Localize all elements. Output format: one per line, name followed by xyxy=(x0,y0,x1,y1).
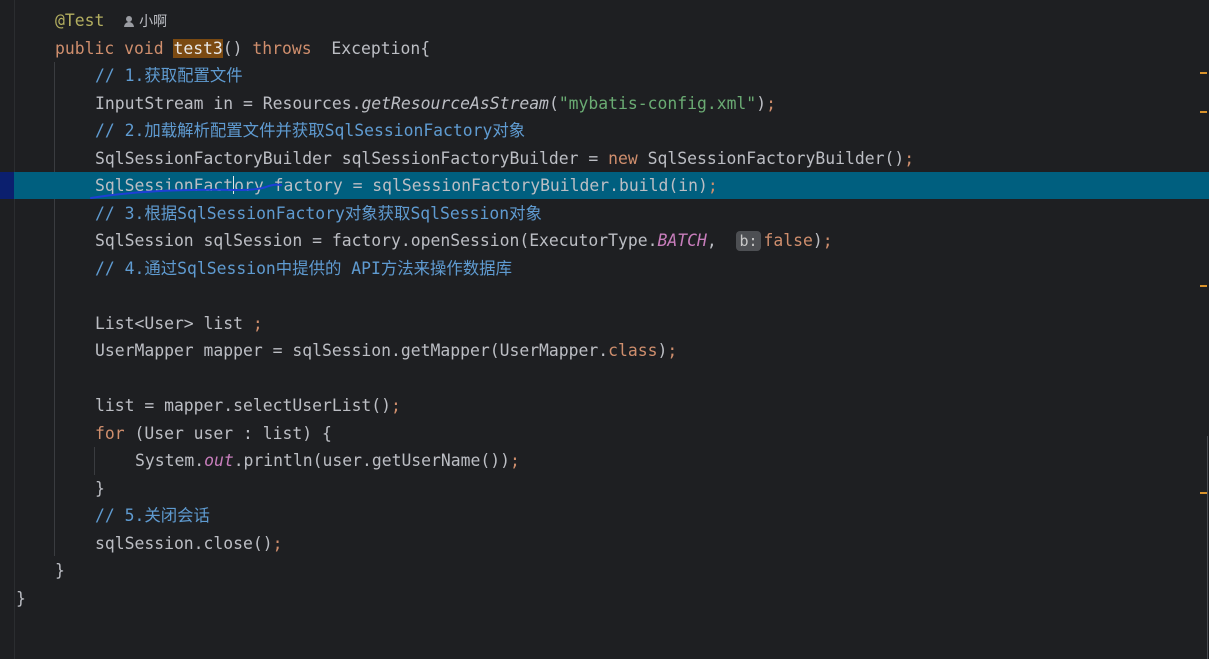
indent-guide xyxy=(54,62,55,556)
keyword-for: for xyxy=(95,424,125,443)
person-icon xyxy=(124,16,135,27)
code-line[interactable]: for (User user : list) { xyxy=(95,420,332,447)
code-line[interactable]: } xyxy=(55,557,65,584)
code-line-method-signature[interactable]: public void test3() throws Exception{ xyxy=(55,35,430,62)
code-line[interactable]: } xyxy=(95,475,105,502)
code-text: InputStream in = Resources. xyxy=(95,94,362,113)
code-text: SqlSessionFactoryBuilder() xyxy=(637,149,905,168)
code-line[interactable]: } xyxy=(16,585,26,612)
code-editor[interactable]: @Test 小啊 public void test3() throws Exce… xyxy=(0,0,1209,659)
semicolon: ; xyxy=(707,176,718,195)
code-text: .println(user.getUserName()) xyxy=(233,451,510,470)
code-text: SqlSessionFactoryBuilder sqlSessionFacto… xyxy=(95,149,609,168)
code-text: , xyxy=(706,231,727,250)
current-line-gutter-marker[interactable] xyxy=(0,172,14,199)
semicolon: ; xyxy=(252,314,263,333)
code-text: ory factory = sqlSessionFactoryBuilder.b… xyxy=(234,176,708,195)
scrollbar-marker[interactable] xyxy=(1200,111,1207,113)
semicolon: ; xyxy=(272,534,283,553)
author-hint[interactable]: 小啊 xyxy=(124,14,167,30)
semicolon: ; xyxy=(822,231,833,250)
editor-right-edge xyxy=(1207,436,1208,659)
code-comment[interactable]: // 3.根据SqlSessionFactory对象获取SqlSession对象 xyxy=(95,200,542,227)
code-comment[interactable]: // 4.通过SqlSession中提供的 API方法来操作数据库 xyxy=(95,255,512,282)
code-comment[interactable]: // 2.加载解析配置文件并获取SqlSessionFactory对象 xyxy=(95,117,525,144)
method-name-test3[interactable]: test3 xyxy=(173,39,223,58)
semicolon: ; xyxy=(391,396,401,415)
method-call: getResourceAsStream xyxy=(361,94,549,113)
keyword-throws: throws xyxy=(252,39,312,58)
code-line[interactable]: sqlSession.close(); xyxy=(95,530,283,557)
code-line[interactable]: InputStream in = Resources.getResourceAs… xyxy=(95,90,776,117)
code-text: System. xyxy=(135,451,205,470)
code-text: (User user : list) { xyxy=(124,424,332,443)
code-line[interactable]: list = mapper.selectUserList(); xyxy=(95,392,401,419)
semicolon: ; xyxy=(510,451,520,470)
semicolon: ; xyxy=(904,149,915,168)
code-line[interactable]: SqlSessionFactoryBuilder sqlSessionFacto… xyxy=(95,145,914,172)
code-text: list = mapper.selectUserList() xyxy=(95,396,392,415)
scrollbar-marker[interactable] xyxy=(1200,492,1207,494)
keyword-false: false xyxy=(763,231,813,250)
code-text: List<User> list xyxy=(95,314,253,333)
scrollbar-marker[interactable] xyxy=(1200,285,1207,287)
keyword-new: new xyxy=(608,149,638,168)
code-text: ) xyxy=(756,94,767,113)
code-line[interactable]: System.out.println(user.getUserName()); xyxy=(135,447,520,474)
code-comment[interactable]: // 1.获取配置文件 xyxy=(95,62,243,89)
exception-type: Exception{ xyxy=(331,39,431,58)
code-text: SqlSession sqlSession = factory.openSess… xyxy=(95,231,658,250)
code-line[interactable]: UserMapper mapper = sqlSession.getMapper… xyxy=(95,337,677,364)
annotation-test: @Test xyxy=(55,11,105,30)
static-field-batch: BATCH xyxy=(657,231,707,250)
static-field-out: out xyxy=(204,451,234,470)
keyword-public: public xyxy=(55,39,115,58)
code-text: ) xyxy=(812,231,823,250)
string-literal: "mybatis-config.xml" xyxy=(558,94,757,113)
code-comment[interactable]: // 5.关闭会话 xyxy=(95,502,210,529)
code-text: UserMapper mapper = sqlSession.getMapper… xyxy=(95,341,609,360)
code-line[interactable]: SqlSession sqlSession = factory.openSess… xyxy=(95,227,833,254)
semicolon: ; xyxy=(667,341,678,360)
code-text: ) xyxy=(657,341,668,360)
pen-scribble-annotation xyxy=(90,183,282,199)
code-line-annotation[interactable]: @Test 小啊 xyxy=(55,7,167,34)
parameter-hint[interactable]: b: xyxy=(736,231,761,251)
gutter-divider xyxy=(14,0,15,659)
semicolon: ; xyxy=(766,94,776,113)
code-text: ( xyxy=(548,94,559,113)
scrollbar-marker[interactable] xyxy=(1200,72,1207,74)
indent-guide xyxy=(94,447,95,475)
code-line[interactable]: List<User> list ; xyxy=(95,310,263,337)
code-text: sqlSession.close() xyxy=(95,534,273,553)
keyword-void: void xyxy=(124,39,164,58)
method-parens: () xyxy=(222,39,243,58)
keyword-class: class xyxy=(608,341,658,360)
author-name: 小啊 xyxy=(139,14,168,30)
